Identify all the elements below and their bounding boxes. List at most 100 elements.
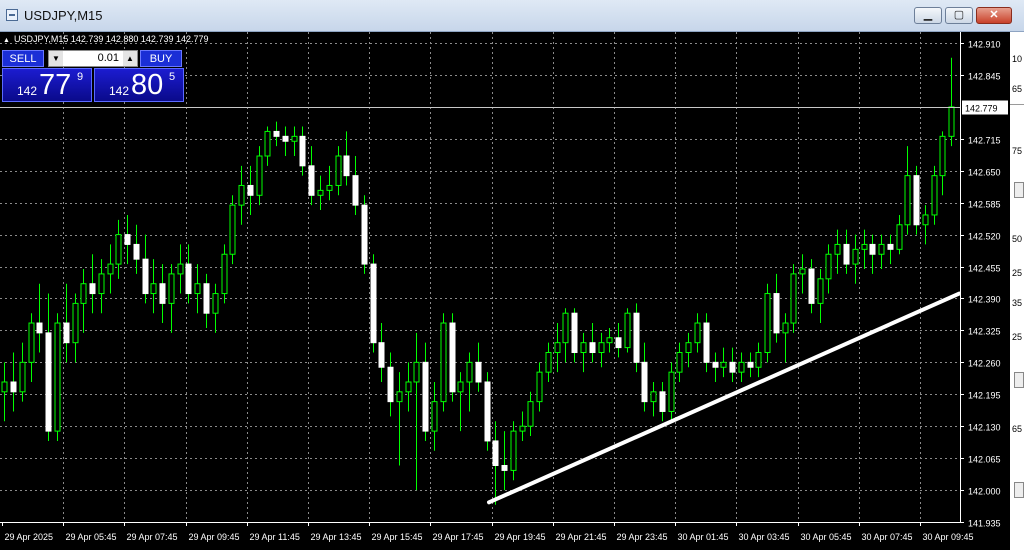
bull-candle-body bbox=[212, 293, 219, 314]
bull-candle-body bbox=[852, 248, 859, 265]
candle bbox=[273, 121, 280, 147]
window-titlebar: USDJPY,M15 ▁ ▢ ✕ bbox=[0, 0, 1024, 32]
bull-candle-body bbox=[98, 273, 105, 295]
current-price-label: 142.779 bbox=[965, 104, 998, 114]
candle bbox=[89, 254, 96, 314]
bull-candle-body bbox=[72, 302, 79, 344]
strip-label: 75 bbox=[1012, 146, 1023, 156]
bear-candle-body bbox=[843, 243, 850, 265]
candle bbox=[931, 165, 938, 225]
lot-size-field[interactable]: ▼ 0.01 ▲ bbox=[48, 50, 138, 67]
bear-candle-body bbox=[142, 258, 149, 295]
candle bbox=[817, 268, 824, 324]
candle bbox=[904, 146, 911, 235]
price-axis-label: 142.845 bbox=[968, 72, 1001, 82]
candle bbox=[291, 126, 298, 156]
price-axis-label: 142.650 bbox=[968, 168, 1001, 178]
candle bbox=[168, 264, 175, 333]
candle bbox=[36, 283, 43, 353]
candle bbox=[440, 313, 447, 412]
bear-candle-body bbox=[352, 175, 359, 206]
bear-candle-body bbox=[282, 135, 289, 142]
bear-candle-body bbox=[273, 130, 280, 137]
candle bbox=[668, 362, 675, 422]
bear-candle-body bbox=[492, 440, 499, 467]
bull-candle-body bbox=[554, 342, 561, 354]
bear-candle-body bbox=[615, 337, 622, 349]
price-chart-area[interactable]: 142.910 142.845 142.715 142.650 142.585 142.5… bbox=[0, 32, 1010, 550]
bull-candle-body bbox=[834, 243, 841, 255]
bear-candle-body bbox=[913, 175, 920, 226]
bull-candle-body bbox=[317, 189, 324, 196]
minimize-button[interactable]: ▁ bbox=[914, 7, 942, 24]
candle bbox=[598, 332, 605, 368]
strip-label: 35 bbox=[1012, 298, 1023, 308]
candle bbox=[510, 421, 517, 481]
candle bbox=[115, 219, 122, 279]
bear-candle-body bbox=[45, 332, 52, 432]
bear-candle-body bbox=[361, 204, 368, 265]
candle bbox=[256, 146, 263, 206]
bear-candle-body bbox=[203, 283, 210, 314]
candle bbox=[869, 234, 876, 274]
strip-scroll-box[interactable] bbox=[1014, 372, 1024, 388]
maximize-button[interactable]: ▢ bbox=[945, 7, 973, 24]
candle bbox=[238, 165, 245, 225]
candle bbox=[922, 205, 929, 245]
candle bbox=[335, 146, 342, 196]
price-axis-label: 142.390 bbox=[968, 295, 1001, 305]
candle bbox=[676, 342, 683, 382]
bear-candle-body bbox=[633, 312, 640, 363]
strip-scroll-box[interactable] bbox=[1014, 182, 1024, 198]
time-axis-label: 30 Apr 03:45 bbox=[739, 532, 790, 542]
strip-label: 50 bbox=[1012, 234, 1023, 244]
close-button[interactable]: ✕ bbox=[976, 7, 1012, 24]
time-axis-label: 29 Apr 2025 bbox=[5, 532, 54, 542]
price-axis-label: 141.935 bbox=[968, 519, 1001, 529]
bull-candle-body bbox=[624, 312, 631, 349]
price-axis-label: 142.065 bbox=[968, 455, 1001, 465]
price-axis-label: 142.325 bbox=[968, 327, 1001, 337]
lot-decrease-arrow-icon[interactable]: ▼ bbox=[49, 51, 63, 66]
candle bbox=[98, 259, 105, 314]
candle bbox=[142, 234, 149, 304]
time-axis-label: 30 Apr 01:45 bbox=[678, 532, 729, 542]
candle bbox=[431, 381, 438, 451]
time-axis-label: 29 Apr 13:45 bbox=[311, 532, 362, 542]
price-axis-label: 142.000 bbox=[968, 487, 1001, 497]
candle bbox=[703, 313, 710, 373]
bull-candle-body bbox=[396, 391, 403, 403]
candle bbox=[28, 313, 35, 382]
candle bbox=[536, 362, 543, 412]
candle bbox=[299, 126, 306, 176]
bull-candle-body bbox=[896, 224, 903, 250]
bear-candle-body bbox=[10, 381, 17, 393]
candle bbox=[177, 244, 184, 294]
trendline[interactable] bbox=[487, 291, 962, 505]
candle bbox=[413, 332, 420, 491]
candlestick-chart[interactable]: 142.910 142.845 142.715 142.650 142.585 142.5… bbox=[0, 32, 1010, 550]
candle bbox=[878, 234, 885, 269]
time-axis-label: 29 Apr 17:45 bbox=[433, 532, 484, 542]
sell-price-box[interactable]: 142 77 9 bbox=[2, 68, 92, 102]
price-axis-label: 142.195 bbox=[968, 391, 1001, 401]
strip-label: 10 bbox=[1012, 54, 1023, 64]
candle bbox=[352, 155, 359, 215]
bull-candle-body bbox=[335, 155, 342, 186]
bull-candle-body bbox=[264, 130, 271, 157]
buy-price-box[interactable]: 142 80 5 bbox=[94, 68, 184, 102]
strip-scroll-box[interactable] bbox=[1014, 482, 1024, 498]
candle bbox=[790, 264, 797, 333]
bear-candle-body bbox=[869, 243, 876, 255]
buy-button[interactable]: BUY bbox=[140, 50, 182, 67]
lot-increase-arrow-icon[interactable]: ▲ bbox=[123, 51, 137, 66]
candle bbox=[843, 229, 850, 274]
collapse-triangle-icon[interactable]: ▲ bbox=[3, 37, 10, 44]
bull-candle-body bbox=[413, 361, 420, 383]
bear-candle-body bbox=[589, 342, 596, 354]
bull-candle-body bbox=[221, 253, 228, 295]
time-axis-label: 30 Apr 07:45 bbox=[862, 532, 913, 542]
candle bbox=[317, 175, 324, 211]
sell-button[interactable]: SELL bbox=[2, 50, 44, 67]
bear-candle-body bbox=[641, 361, 648, 403]
